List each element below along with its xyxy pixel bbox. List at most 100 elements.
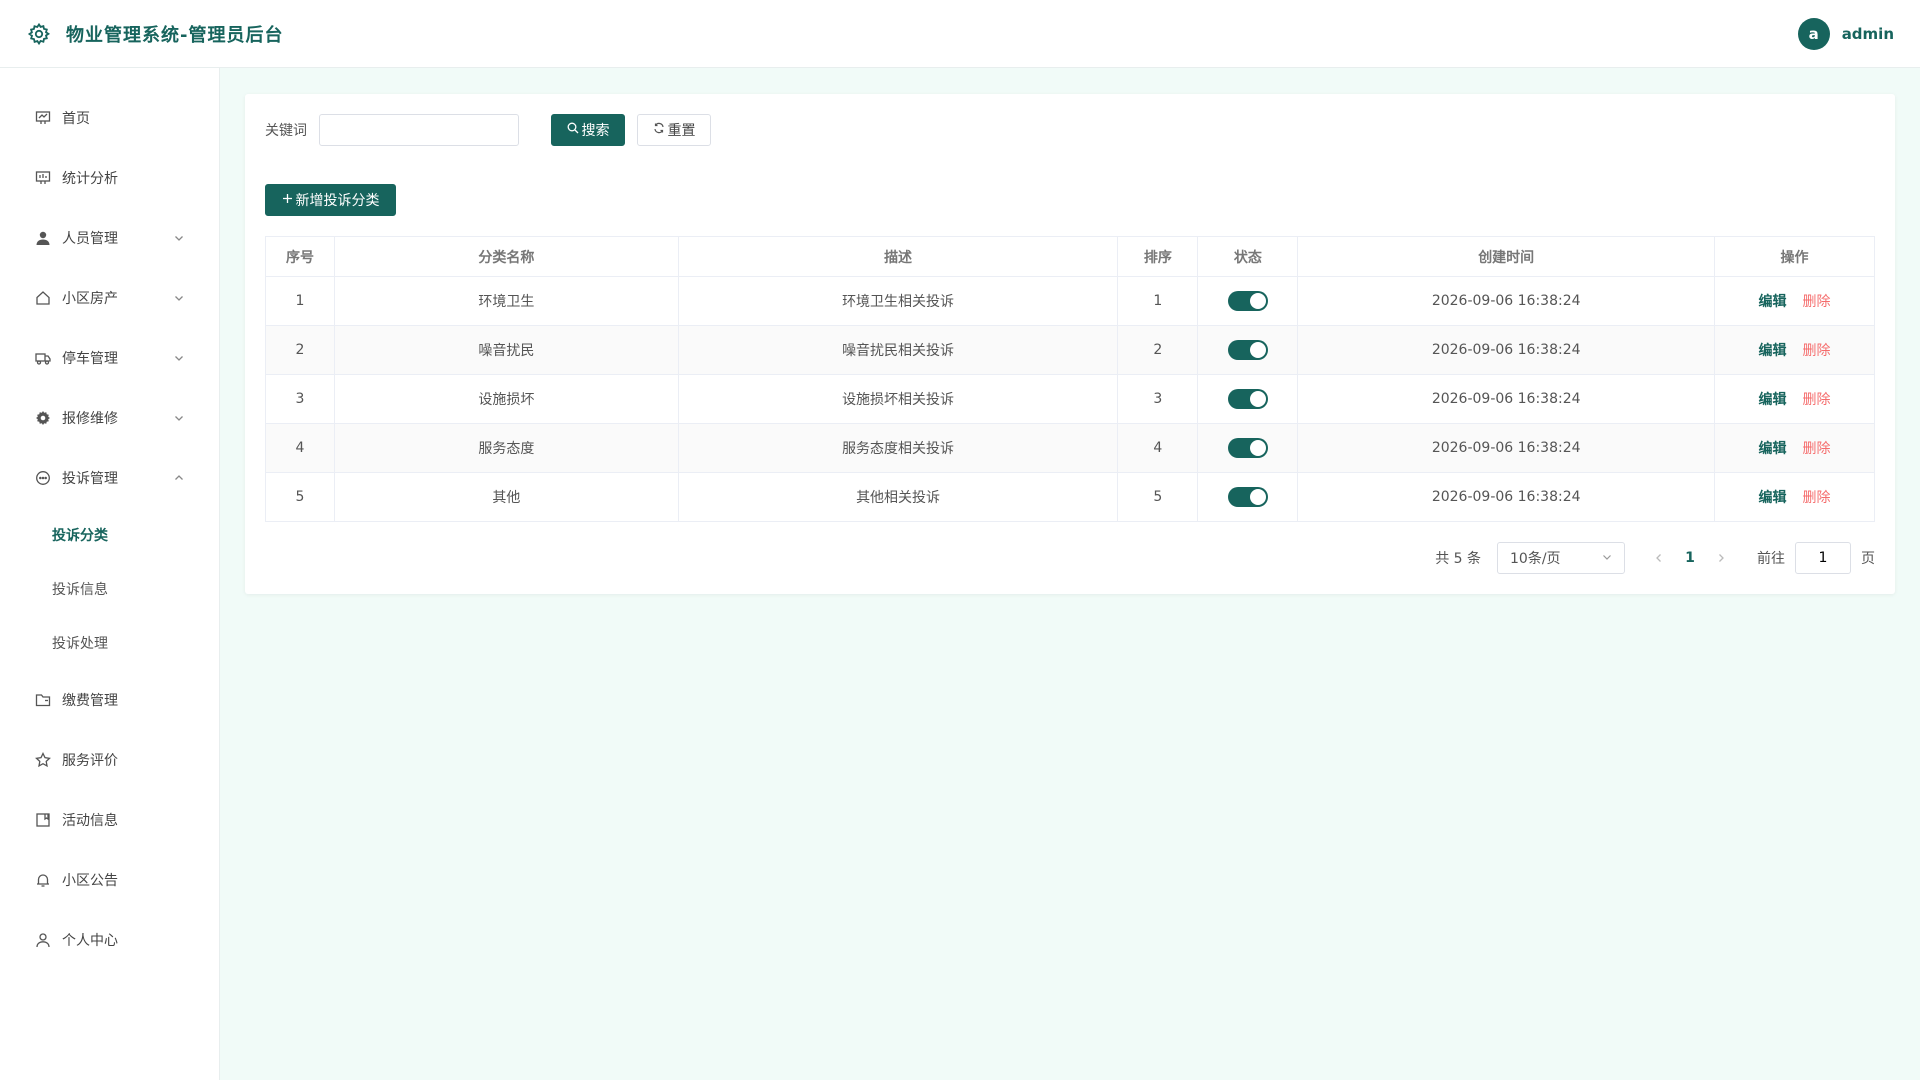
chat-icon	[34, 469, 52, 487]
cell-status	[1197, 374, 1299, 424]
category-table: 序号 分类名称 描述 排序 状态 创建时间 操作 1 环境卫生 环境卫生相关投诉…	[265, 236, 1875, 522]
cell-created: 2026-09-06 16:38:24	[1297, 325, 1716, 375]
sidebar-item-statistics[interactable]: 统计分析	[0, 148, 219, 208]
sidebar-subitem-complaint-info[interactable]: 投诉信息	[0, 562, 219, 616]
delete-link[interactable]: 删除	[1803, 343, 1831, 359]
sidebar-item-payment[interactable]: 缴费管理	[0, 670, 219, 730]
cell-sort: 3	[1117, 374, 1199, 424]
column-header: 状态	[1197, 236, 1299, 277]
sidebar-item-service-rating[interactable]: 服务评价	[0, 730, 219, 790]
next-page-button[interactable]	[1709, 546, 1733, 570]
add-category-label: 新增投诉分类	[295, 193, 380, 209]
reset-button-label: 重置	[667, 123, 696, 139]
delete-link[interactable]: 删除	[1803, 392, 1831, 408]
cell-status	[1197, 472, 1299, 522]
sidebar-item-personnel[interactable]: 人员管理	[0, 208, 219, 268]
cell-index: 5	[265, 472, 335, 522]
sidebar-item-label: 个人中心	[62, 933, 118, 949]
edit-link[interactable]: 编辑	[1759, 490, 1787, 506]
chevron-up-icon	[173, 472, 185, 484]
column-header: 操作	[1714, 236, 1875, 277]
column-header: 排序	[1117, 236, 1199, 277]
cell-created: 2026-09-06 16:38:24	[1297, 276, 1716, 326]
status-toggle[interactable]	[1227, 487, 1268, 507]
sidebar-item-property[interactable]: 小区房产	[0, 268, 219, 328]
sidebar-item-announcements[interactable]: 小区公告	[0, 850, 219, 910]
keyword-input[interactable]	[319, 114, 519, 146]
delete-link[interactable]: 删除	[1803, 441, 1831, 457]
sidebar-item-repair[interactable]: 报修维修	[0, 388, 219, 448]
cell-actions: 编辑 删除	[1714, 276, 1875, 326]
sidebar-item-label: 统计分析	[62, 171, 118, 187]
sidebar-item-label: 服务评价	[62, 753, 118, 769]
gear-icon	[26, 21, 52, 47]
chevron-down-icon	[173, 352, 185, 364]
delete-link[interactable]: 删除	[1803, 294, 1831, 310]
sidebar-item-home[interactable]: 首页	[0, 88, 219, 148]
sidebar-item-label: 小区房产	[62, 291, 118, 307]
cell-status	[1197, 276, 1299, 326]
sidebar-item-profile[interactable]: 个人中心	[0, 910, 219, 970]
cell-created: 2026-09-06 16:38:24	[1297, 423, 1716, 473]
reset-button[interactable]: 重置	[637, 114, 711, 146]
username[interactable]: admin	[1842, 25, 1894, 43]
sidebar-item-parking[interactable]: 停车管理	[0, 328, 219, 388]
edit-link[interactable]: 编辑	[1759, 294, 1787, 310]
status-toggle[interactable]	[1227, 340, 1268, 360]
search-button[interactable]: 搜索	[551, 114, 625, 146]
presentation-icon	[34, 169, 52, 187]
cell-created: 2026-09-06 16:38:24	[1297, 374, 1716, 424]
table-header-row: 序号 分类名称 描述 排序 状态 创建时间 操作	[265, 236, 1875, 277]
sidebar-item-label: 投诉管理	[62, 471, 118, 487]
cell-status	[1197, 423, 1299, 473]
cell-sort: 4	[1117, 423, 1199, 473]
folder-icon	[34, 691, 52, 709]
table-row: 2 噪音扰民 噪音扰民相关投诉 2 2026-09-06 16:38:24 编辑…	[265, 325, 1875, 375]
sidebar-subitem-complaint-handling[interactable]: 投诉处理	[0, 616, 219, 670]
cell-actions: 编辑 删除	[1714, 472, 1875, 522]
plus-icon	[282, 192, 293, 208]
cell-name: 设施损坏	[334, 374, 679, 424]
status-toggle[interactable]	[1227, 291, 1268, 311]
search-icon	[567, 122, 579, 138]
page-number-current[interactable]: 1	[1675, 550, 1705, 566]
table-row: 3 设施损坏 设施损坏相关投诉 3 2026-09-06 16:38:24 编辑…	[265, 374, 1875, 424]
table-row: 4 服务态度 服务态度相关投诉 4 2026-09-06 16:38:24 编辑…	[265, 423, 1875, 473]
sidebar-subitem-complaint-category[interactable]: 投诉分类	[0, 508, 219, 562]
status-toggle[interactable]	[1227, 389, 1268, 409]
goto-page-input[interactable]	[1795, 542, 1851, 574]
cell-name: 环境卫生	[334, 276, 679, 326]
sidebar-item-activities[interactable]: 活动信息	[0, 790, 219, 850]
edit-link[interactable]: 编辑	[1759, 392, 1787, 408]
cell-name: 噪音扰民	[334, 325, 679, 375]
add-category-button[interactable]: 新增投诉分类	[265, 184, 396, 216]
edit-link[interactable]: 编辑	[1759, 343, 1787, 359]
sidebar-item-label: 活动信息	[62, 813, 118, 829]
sidebar-item-label: 缴费管理	[62, 693, 118, 709]
sidebar-item-label: 小区公告	[62, 873, 118, 889]
status-toggle[interactable]	[1227, 438, 1268, 458]
page-size-select[interactable]: 10条/页	[1497, 542, 1625, 574]
cell-desc: 服务态度相关投诉	[678, 423, 1119, 473]
brand: 物业管理系统-管理员后台	[26, 21, 283, 47]
avatar[interactable]: a	[1797, 17, 1830, 50]
sidebar-item-complaints[interactable]: 投诉管理	[0, 448, 219, 508]
column-header: 序号	[265, 236, 335, 277]
chevron-down-icon	[173, 292, 185, 304]
column-header: 描述	[678, 236, 1119, 277]
user-menu[interactable]: a admin	[1797, 17, 1894, 50]
truck-icon	[34, 349, 52, 367]
edit-link[interactable]: 编辑	[1759, 441, 1787, 457]
bell-icon	[34, 871, 52, 889]
presentation-icon	[34, 109, 52, 127]
prev-page-button[interactable]	[1647, 546, 1671, 570]
sidebar-item-label: 人员管理	[62, 231, 118, 247]
column-header: 创建时间	[1297, 236, 1716, 277]
delete-link[interactable]: 删除	[1803, 490, 1831, 506]
cell-desc: 噪音扰民相关投诉	[678, 325, 1119, 375]
cell-status	[1197, 325, 1299, 375]
cell-index: 1	[265, 276, 335, 326]
cell-actions: 编辑 删除	[1714, 325, 1875, 375]
cell-actions: 编辑 删除	[1714, 374, 1875, 424]
cell-index: 4	[265, 423, 335, 473]
